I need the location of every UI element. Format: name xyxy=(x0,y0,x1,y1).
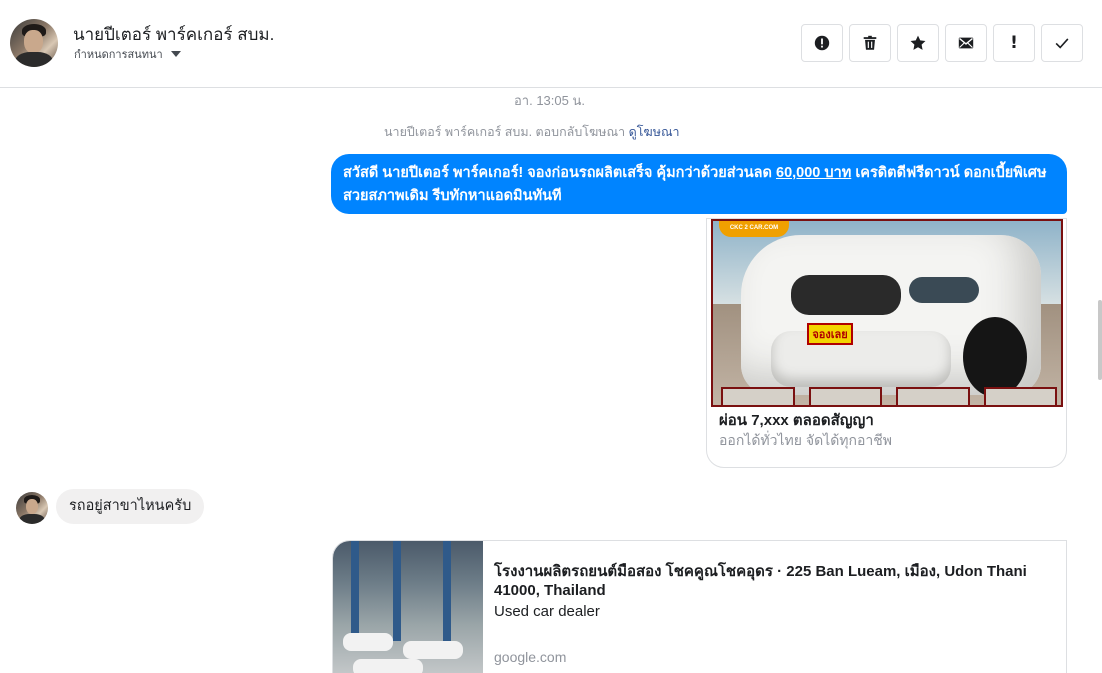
report-button[interactable] xyxy=(801,24,843,62)
ad-card-image[interactable]: จองเลย CKC 2 CAR.COM xyxy=(711,219,1063,407)
sender-avatar[interactable] xyxy=(16,492,48,524)
ad-card[interactable]: จองเลย CKC 2 CAR.COM ผ่อน 7,xxx ตลอดสัญญ… xyxy=(706,218,1067,468)
delete-button[interactable] xyxy=(849,24,891,62)
incoming-message-bubble[interactable]: รถอยู่สาขาไหนครับ xyxy=(56,489,205,524)
conversation-settings-label: กำหนดการสนทนา xyxy=(74,49,163,61)
scrollbar-thumb[interactable] xyxy=(1098,300,1102,380)
booking-badge: จองเลย xyxy=(807,323,853,345)
caret-down-icon xyxy=(170,51,181,57)
location-card-description: Used car dealer xyxy=(494,603,600,620)
conversation-header: นายปีเตอร์ พาร์คเกอร์ สบม. กำหนดการสนทนา… xyxy=(0,0,1102,88)
envelope-icon xyxy=(958,37,974,49)
contact-avatar[interactable] xyxy=(10,19,58,67)
ad-reply-notice: นายปีเตอร์ พาร์คเกอร์ สบม. ตอบกลับโฆษณา … xyxy=(384,122,680,142)
star-icon xyxy=(910,35,926,50)
dealer-logo: CKC 2 CAR.COM xyxy=(719,221,789,237)
discount-link[interactable]: 60,000 บาท xyxy=(776,165,851,181)
alert-circle-icon xyxy=(814,35,830,51)
conversation-settings-dropdown[interactable]: กำหนดการสนทนา xyxy=(74,45,181,63)
mark-done-button[interactable] xyxy=(1041,24,1083,62)
ad-card-title: ผ่อน 7,xxx ตลอดสัญญา xyxy=(719,412,874,429)
header-toolbar: ! xyxy=(801,24,1083,62)
check-icon xyxy=(1055,38,1069,49)
mark-important-button[interactable]: ! xyxy=(993,24,1035,62)
trash-icon xyxy=(863,35,877,50)
location-card[interactable]: โรงงานผลิตรถยนต์มือสอง โชคคูณโชคอุดร · 2… xyxy=(332,540,1067,673)
view-ad-link[interactable]: ดูโฆษณา xyxy=(629,125,680,139)
outgoing-message-bubble[interactable]: สวัสดี นายปีเตอร์ พาร์คเกอร์! จองก่อนรถผ… xyxy=(331,154,1067,214)
mark-unread-button[interactable] xyxy=(945,24,987,62)
ad-card-subtitle: ออกได้ทั่วไทย จัดได้ทุกอาชีพ xyxy=(719,432,893,448)
location-card-domain: google.com xyxy=(494,649,567,665)
location-card-title: โรงงานผลิตรถยนต์มือสอง โชคคูณโชคอุดร · 2… xyxy=(494,563,1027,599)
exclamation-icon: ! xyxy=(1010,32,1018,53)
star-button[interactable] xyxy=(897,24,939,62)
location-card-image[interactable] xyxy=(333,541,483,673)
contact-name[interactable]: นายปีเตอร์ พาร์คเกอร์ สบม. xyxy=(73,21,274,48)
outgoing-message-text: สวัสดี นายปีเตอร์ พาร์คเกอร์! จองก่อนรถผ… xyxy=(343,165,776,181)
ad-reply-text: นายปีเตอร์ พาร์คเกอร์ สบม. ตอบกลับโฆษณา xyxy=(384,125,626,139)
